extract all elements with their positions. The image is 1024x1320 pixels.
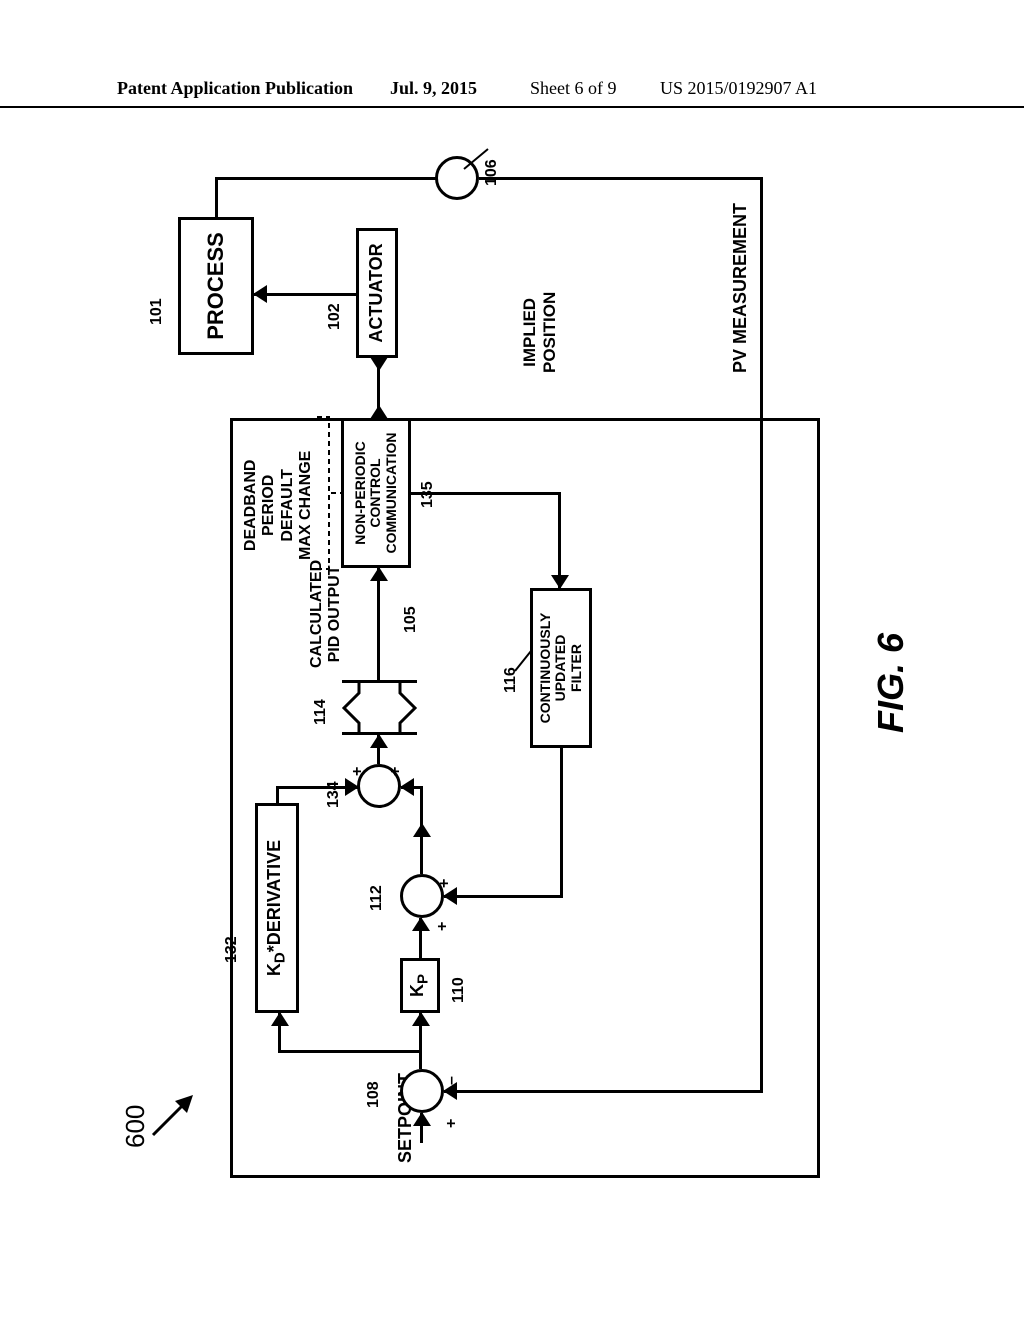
wire-132-out <box>276 787 279 803</box>
hdr-date: Jul. 9, 2015 <box>390 78 477 99</box>
figure-label: FIG. 6 <box>870 633 912 733</box>
label-params: DEADBAND PERIOD DEFAULT MAX CHANGE <box>242 451 316 560</box>
hdr-left: Patent Application Publication <box>117 78 353 99</box>
hdr-pubno: US 2015/0192907 A1 <box>660 78 817 99</box>
brace-params <box>315 415 343 571</box>
block-kp: KP <box>400 958 440 1013</box>
wire-pv-v1 <box>479 177 760 180</box>
wire-pv-h <box>760 177 763 1093</box>
wire-101-106 <box>215 177 440 180</box>
wire-101-out <box>215 177 218 217</box>
wire-kp-in <box>419 1013 422 1053</box>
sign-112-l: + <box>434 922 452 931</box>
block-actuator: ACTUATOR <box>356 228 398 358</box>
wire-135-102 <box>377 358 380 418</box>
wire-132-134 <box>276 786 358 789</box>
page: Patent Application Publication Jul. 9, 2… <box>0 0 1024 1320</box>
limit-top <box>341 680 361 735</box>
lead-106 <box>460 147 490 173</box>
ref-110: 110 <box>450 977 468 1003</box>
ref-105: 105 <box>402 606 420 633</box>
block-derivative: KD*DERIVATIVE <box>255 803 299 1013</box>
ref-112: 112 <box>368 885 386 911</box>
figure-rotated: 600 SETPOINT + – 108 KD*DERIVATIVE 132 K… <box>90 143 934 1203</box>
wire-kp-out <box>419 918 422 958</box>
wire-132-in <box>278 1013 281 1053</box>
label-kp: KP <box>408 974 432 997</box>
sign-108-plus: + <box>443 1119 461 1128</box>
wire-116-h <box>560 748 563 898</box>
wire-112-134v <box>401 786 423 789</box>
wire-134-114 <box>377 735 380 764</box>
wire-102-101 <box>254 293 356 296</box>
label-kd: KD*DERIVATIVE <box>265 840 289 976</box>
wire-135-116 <box>558 492 561 588</box>
wire-116-112 <box>444 895 562 898</box>
arrow-600 <box>145 1083 205 1143</box>
limit-bot <box>398 680 418 735</box>
label-calc: CALCULATED PID OUTPUT <box>308 560 344 668</box>
sign-134-b: + <box>387 767 405 776</box>
wire-135-down <box>411 492 561 495</box>
sum-108 <box>400 1069 444 1113</box>
block-nonperiodic: NON-PERIODIC CONTROL COMMUNICATION <box>341 418 411 568</box>
ref-102: 102 <box>326 303 344 330</box>
block-process: PROCESS <box>178 217 254 355</box>
block-cuf: CONTINUOUSLY UPDATED FILTER <box>530 588 592 748</box>
wire-105 <box>377 568 380 680</box>
sign-134-t: + <box>349 767 367 776</box>
figure-stage: 600 SETPOINT + – 108 KD*DERIVATIVE 132 K… <box>90 143 934 1203</box>
ref-132: 132 <box>223 936 241 963</box>
wire-108-up <box>278 1050 421 1053</box>
label-pv: PV MEASUREMENT <box>730 203 751 373</box>
ref-108: 108 <box>365 1081 383 1108</box>
header: Patent Application Publication Jul. 9, 2… <box>0 78 1024 108</box>
ref-101: 101 <box>148 298 166 325</box>
block-limit <box>342 680 417 735</box>
lead-116 <box>513 649 533 673</box>
label-implied: IMPLIED POSITION <box>520 292 560 373</box>
wire-setpoint <box>420 1113 423 1143</box>
hdr-sheet: Sheet 6 of 9 <box>530 78 616 99</box>
wire-112-out <box>420 787 423 874</box>
ref-114: 114 <box>312 699 330 725</box>
wire-pv-v2 <box>444 1090 763 1093</box>
